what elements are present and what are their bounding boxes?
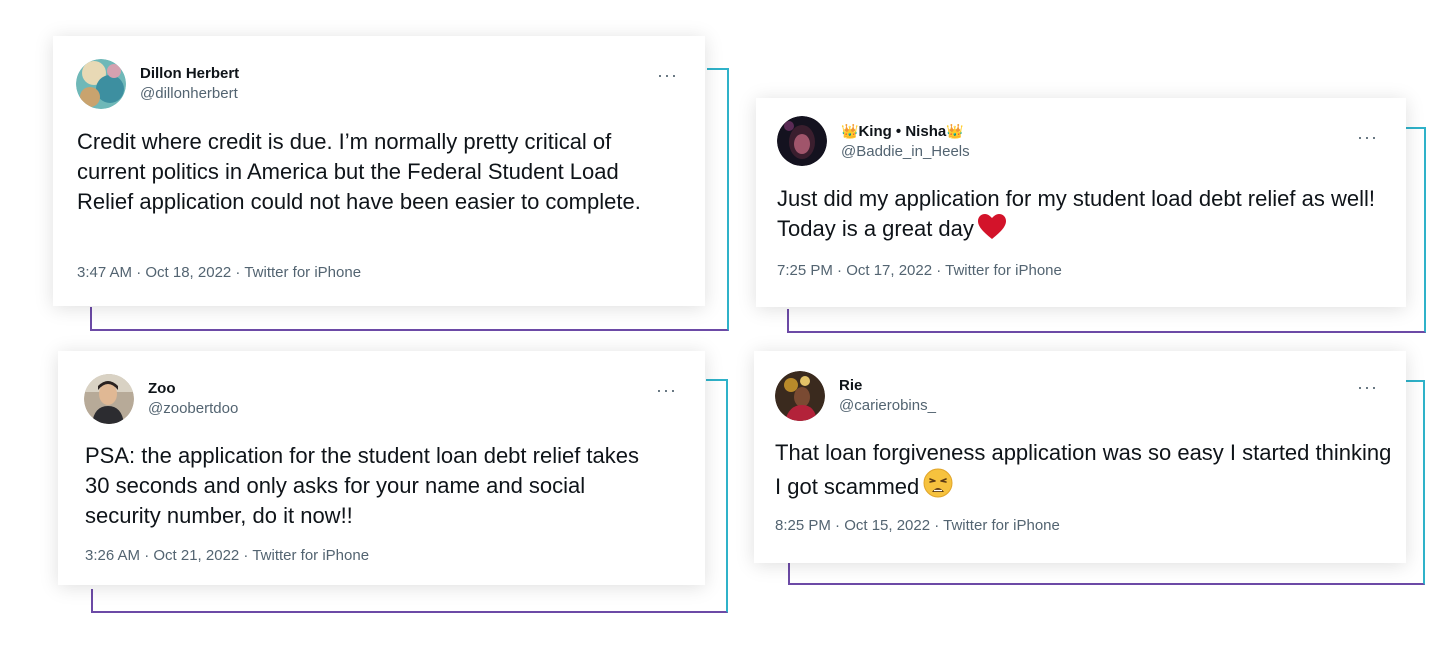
tweet-card[interactable]: Rie @carierobins_ ··· That loan forgiven… bbox=[754, 351, 1406, 563]
avatar[interactable] bbox=[775, 371, 825, 421]
tweet-meta[interactable]: 7:25 PM · Oct 17, 2022 · Twitter for iPh… bbox=[777, 262, 1062, 279]
user-name[interactable]: 👑King • Nisha👑 bbox=[841, 121, 970, 142]
tweet-meta[interactable]: 3:47 AM · Oct 18, 2022 · Twitter for iPh… bbox=[77, 264, 361, 281]
heart-icon bbox=[977, 214, 1006, 239]
weary-face-icon bbox=[923, 468, 953, 498]
user-handle[interactable]: @dillonherbert bbox=[140, 84, 239, 104]
crown-icon: 👑 bbox=[841, 122, 859, 139]
more-options-icon[interactable]: ··· bbox=[656, 381, 677, 399]
tweet-text: That loan forgiveness application was so… bbox=[775, 440, 1392, 499]
tweet-card[interactable]: Dillon Herbert @dillonherbert ··· Credit… bbox=[53, 36, 705, 306]
tweet-card[interactable]: Zoo @zoobertdoo ··· PSA: the application… bbox=[58, 351, 705, 585]
tweet-card[interactable]: 👑King • Nisha👑 @Baddie_in_Heels ··· Just… bbox=[756, 98, 1406, 307]
tweet-text: Credit where credit is due. I’m normally… bbox=[77, 129, 641, 214]
more-options-icon[interactable]: ··· bbox=[1357, 128, 1378, 146]
user-name[interactable]: Rie bbox=[839, 376, 936, 396]
avatar[interactable] bbox=[777, 116, 827, 166]
avatar[interactable] bbox=[84, 374, 134, 424]
crown-icon: 👑 bbox=[946, 122, 964, 139]
user-name[interactable]: Dillon Herbert bbox=[140, 64, 239, 84]
user-handle[interactable]: @carierobins_ bbox=[839, 396, 936, 416]
tweet-meta[interactable]: 8:25 PM · Oct 15, 2022 · Twitter for iPh… bbox=[775, 517, 1060, 534]
tweet-text: PSA: the application for the student loa… bbox=[85, 443, 640, 528]
avatar[interactable] bbox=[76, 59, 126, 109]
more-options-icon[interactable]: ··· bbox=[1357, 378, 1378, 396]
tweet-meta[interactable]: 3:26 AM · Oct 21, 2022 · Twitter for iPh… bbox=[85, 547, 369, 564]
user-handle[interactable]: @Baddie_in_Heels bbox=[841, 142, 970, 162]
more-options-icon[interactable]: ··· bbox=[657, 66, 678, 84]
tweet-text: Just did my application for my student l… bbox=[777, 186, 1375, 241]
user-name[interactable]: Zoo bbox=[148, 379, 238, 399]
user-handle[interactable]: @zoobertdoo bbox=[148, 399, 238, 419]
